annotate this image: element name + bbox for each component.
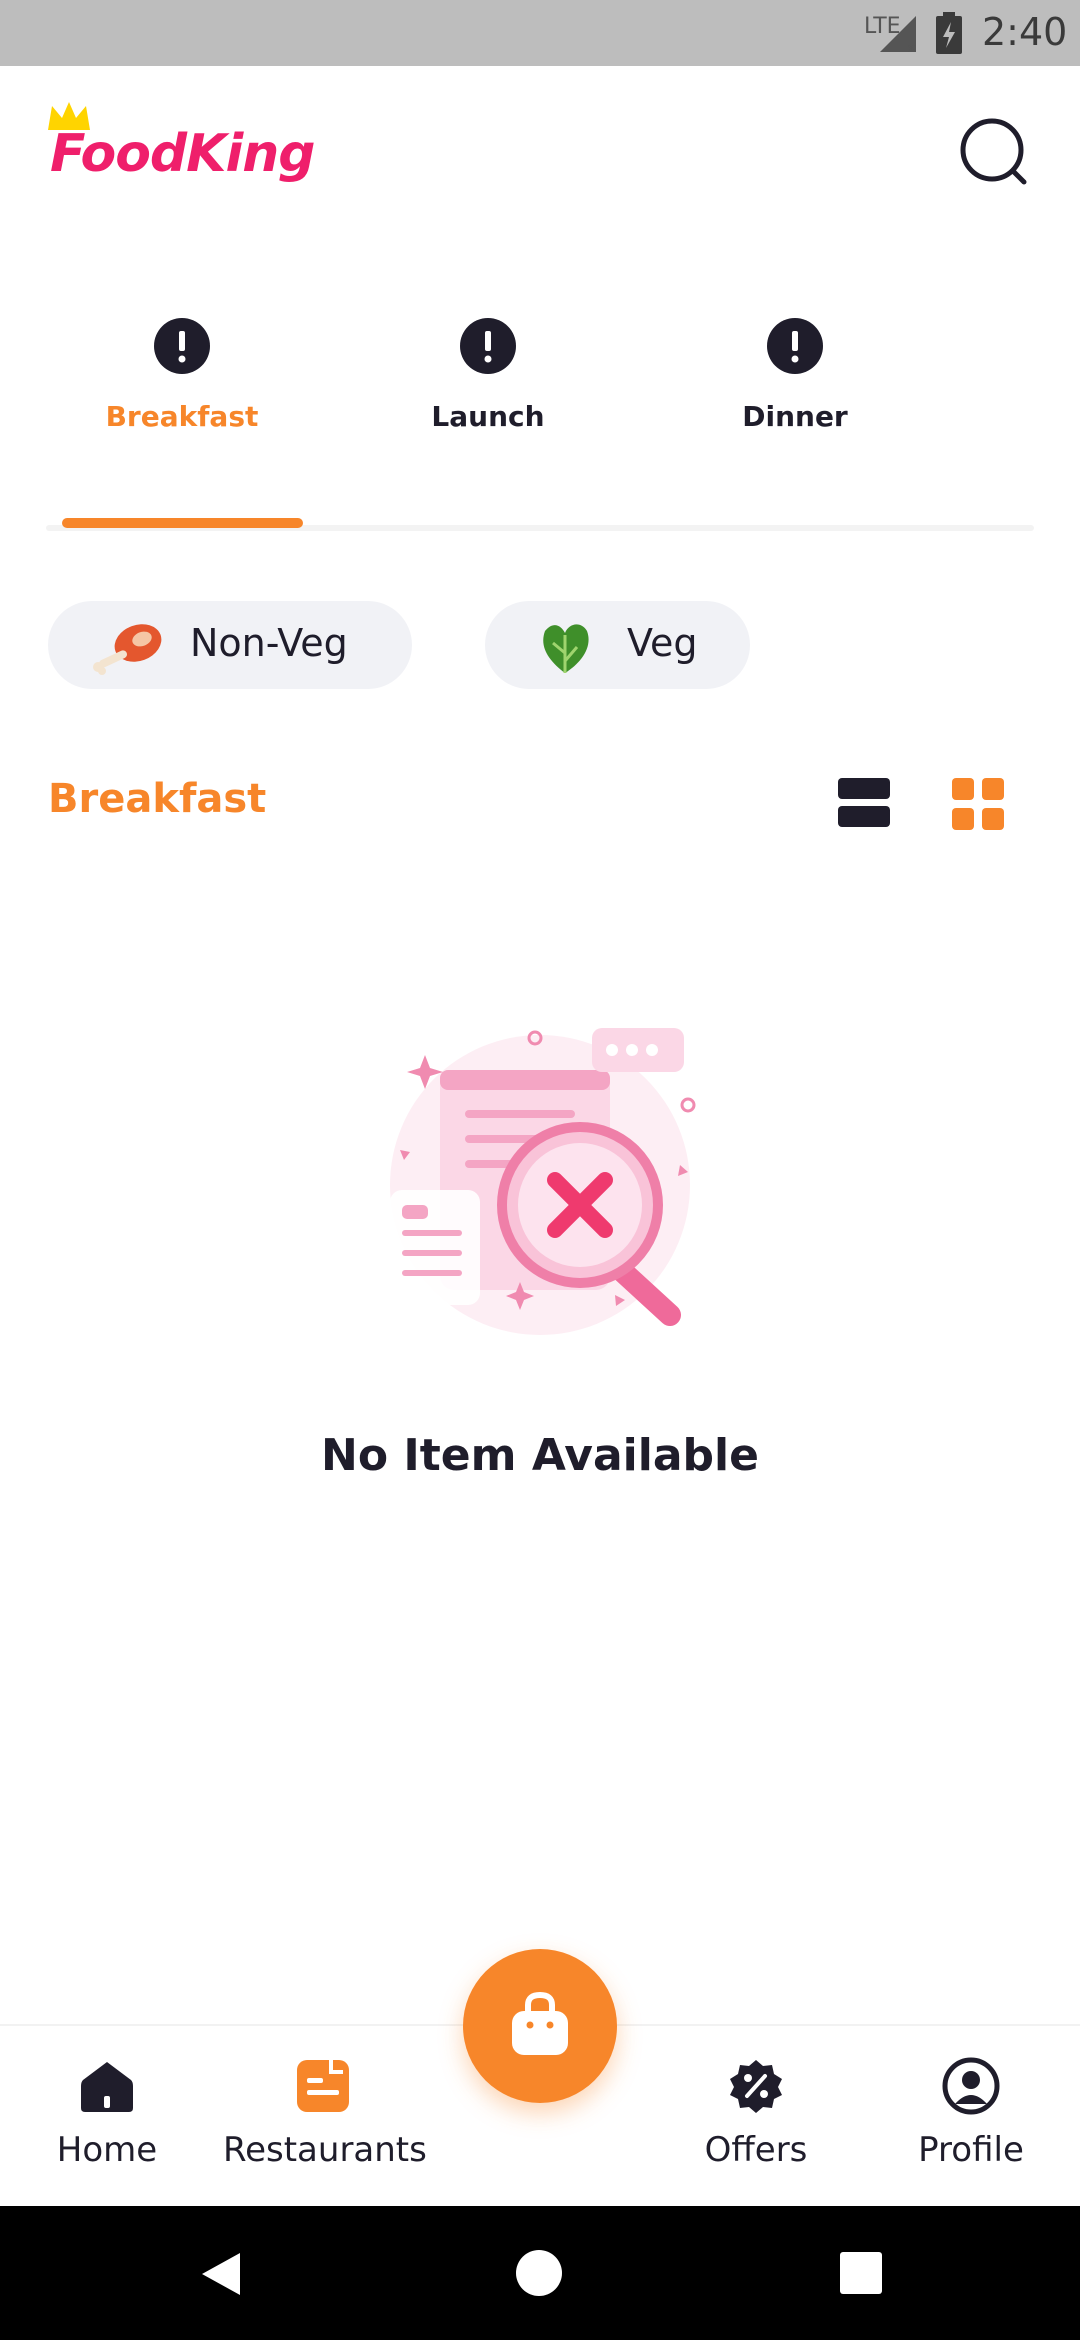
clock: 2:40 [982,10,1068,54]
logo-text: FoodKing [50,124,316,184]
chip-label: Veg [627,621,698,665]
empty-state-message: No Item Available [321,1430,759,1481]
tab-launch[interactable]: Launch [378,318,598,433]
nav-label: Offers [704,2130,808,2170]
alert-circle-icon [460,318,516,374]
nav-item-offers[interactable]: Offers [656,2056,856,2170]
tab-breakfast[interactable]: Breakfast [72,318,292,433]
system-nav-bar [0,2206,1080,2340]
restaurant-menu-icon [297,2060,349,2112]
status-bar: LTE × 2:40 [0,0,1080,66]
tab-label: Dinner [742,400,848,433]
meat-drumstick-icon [93,624,162,675]
nav-item-restaurants[interactable]: Restaurants [223,2056,427,2170]
leafy-greens-icon [543,624,589,673]
chip-label: Non-Veg [190,621,348,665]
battery-charging-icon [936,12,962,54]
cart-button[interactable] [463,1949,617,2103]
tab-dinner[interactable]: Dinner [685,318,905,433]
nav-label: Home [56,2130,158,2170]
home-icon [81,2062,133,2112]
tab-active-indicator [62,518,303,528]
nav-item-profile[interactable]: Profile [871,2056,1071,2170]
signal-icon: × [880,16,916,54]
user-circle-icon [942,2057,1000,2115]
grid-view-icon[interactable] [952,778,1004,830]
nav-label: Restaurants [223,2130,427,2170]
filter-chip-non-veg[interactable]: Non-Veg [48,601,412,689]
section-title: Breakfast [48,776,267,822]
back-icon[interactable] [200,2251,242,2297]
search-icon[interactable] [958,116,1032,190]
list-view-icon[interactable] [838,778,890,828]
nav-label: Profile [918,2130,1024,2170]
discount-badge-icon [730,2060,782,2113]
alert-circle-icon [767,318,823,374]
filter-chip-veg[interactable]: Veg [485,601,750,689]
nav-item-home[interactable]: Home [7,2056,207,2170]
tab-label: Breakfast [105,400,259,433]
app-logo: FoodKing [46,100,316,200]
shopping-bag-icon [512,1991,568,2055]
tab-label: Launch [431,400,545,433]
alert-circle-icon [154,318,210,374]
no-results-magnifier-icon [390,1028,696,1335]
recent-apps-button[interactable] [840,2252,882,2294]
svg-text:×: × [906,41,916,54]
home-system-button[interactable] [516,2250,562,2296]
